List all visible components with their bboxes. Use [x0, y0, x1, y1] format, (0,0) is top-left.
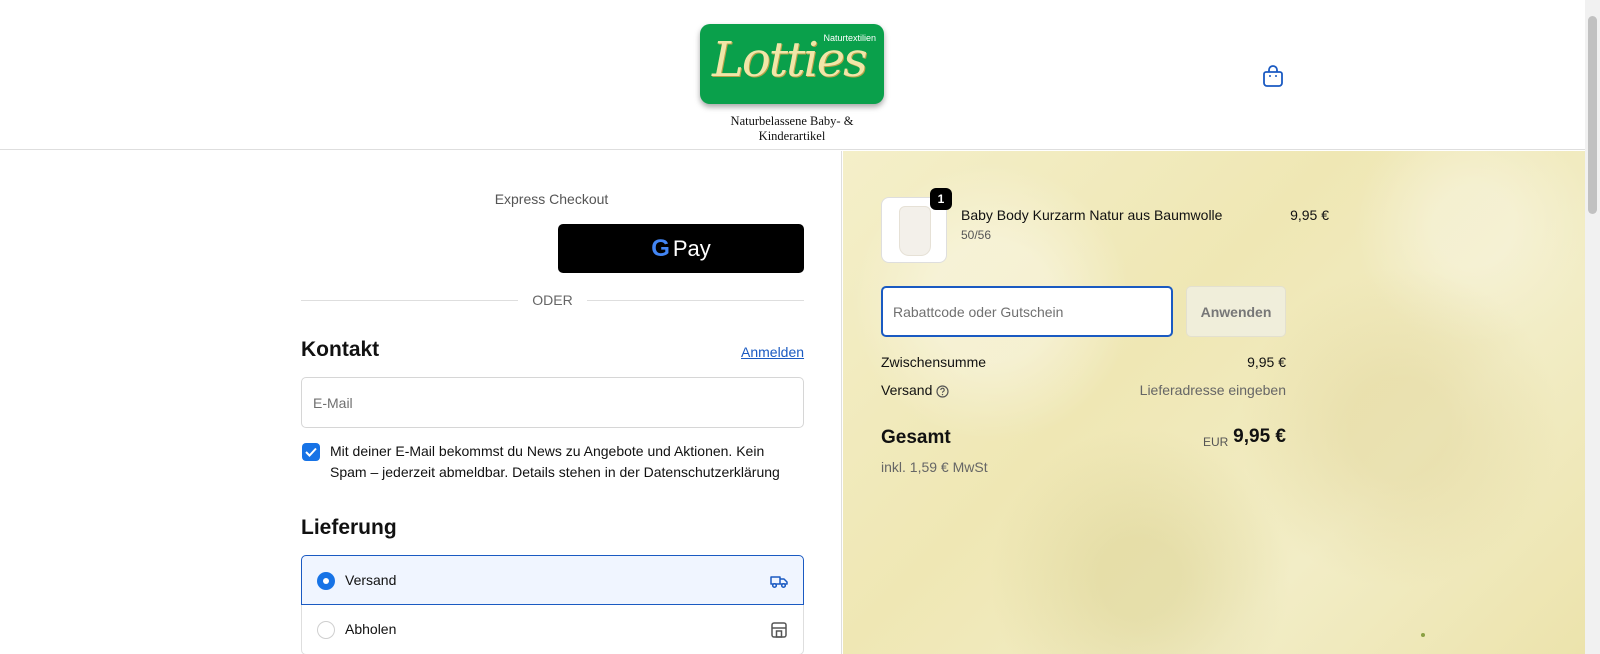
- store-logo[interactable]: Naturtextilien Lotties Naturbelassene Ba…: [700, 24, 890, 144]
- newsletter-checkbox[interactable]: [302, 443, 320, 461]
- shipping-value: Lieferadresse eingeben: [1139, 382, 1286, 398]
- delivery-option-pickup[interactable]: Abholen: [301, 605, 804, 654]
- order-summary-panel: 1 Baby Body Kurzarm Natur aus Baumwolle …: [843, 151, 1585, 654]
- subtotal-label: Zwischensumme: [881, 354, 987, 370]
- scrollbar[interactable]: [1585, 0, 1600, 654]
- logo-badge: Naturtextilien Lotties: [700, 24, 884, 104]
- product-price: 9,95 €: [1290, 207, 1329, 223]
- product-image: [899, 206, 931, 256]
- total-value: 9,95 €: [1233, 426, 1286, 447]
- checkout-form-panel: Express Checkout G Pay ODER Kontakt Anme…: [0, 151, 842, 654]
- email-field[interactable]: [301, 377, 804, 428]
- product-variant: 50/56: [961, 228, 992, 242]
- logo-tagline: Naturbelassene Baby- & Kinderartikel: [730, 114, 854, 143]
- delivery-truck-icon: [770, 576, 788, 589]
- google-pay-button[interactable]: G Pay: [558, 224, 804, 273]
- express-checkout-title: Express Checkout: [494, 191, 609, 207]
- delivery-option-label: Versand: [345, 572, 397, 588]
- shopping-bag-icon[interactable]: [1262, 64, 1284, 88]
- scrollbar-thumb[interactable]: [1588, 16, 1597, 214]
- tax-note: inkl. 1,59 € MwSt: [881, 459, 988, 475]
- checkmark-icon: [305, 447, 317, 457]
- login-link[interactable]: Anmelden: [741, 344, 804, 360]
- store-icon: [771, 622, 787, 638]
- delivery-option-label: Abholen: [345, 621, 397, 637]
- product-name: Baby Body Kurzarm Natur aus Baumwolle: [961, 207, 1223, 223]
- total-currency: EUR: [1203, 435, 1229, 449]
- subtotal-value: 9,95 €: [1247, 354, 1286, 370]
- contact-heading: Kontakt: [301, 338, 380, 361]
- apply-discount-button[interactable]: Anwenden: [1186, 286, 1286, 337]
- pickup-radio[interactable]: [317, 621, 335, 639]
- background-speck: [1421, 633, 1425, 637]
- shipping-label-wrap: Versand: [881, 382, 949, 398]
- discount-code-input[interactable]: [881, 286, 1173, 337]
- logo-brand: Lotties: [712, 32, 868, 88]
- quantity-badge: 1: [930, 188, 952, 210]
- total-label: Gesamt: [881, 427, 951, 448]
- help-icon[interactable]: [936, 385, 949, 398]
- delivery-heading: Lieferung: [301, 516, 397, 539]
- divider-line-right: [587, 300, 804, 301]
- newsletter-label: Mit deiner E-Mail bekommst du News zu An…: [330, 443, 780, 480]
- header: Naturtextilien Lotties Naturbelassene Ba…: [0, 0, 1585, 150]
- shipping-radio[interactable]: [317, 572, 335, 590]
- delivery-option-shipping[interactable]: Versand: [301, 555, 804, 605]
- or-divider: ODER: [301, 290, 804, 310]
- shipping-label: Versand: [881, 382, 933, 398]
- google-pay-label: Pay: [672, 235, 711, 261]
- google-g-icon: G: [651, 234, 670, 262]
